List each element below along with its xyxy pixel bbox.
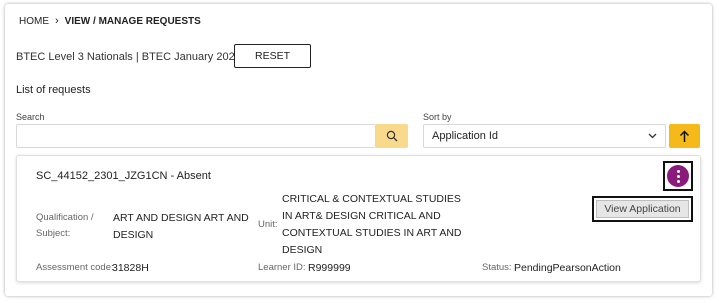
chevron-down-icon [648, 133, 657, 139]
qualification-value: ART AND DESIGN ART AND DESIGN [113, 212, 249, 241]
arrow-up-icon [679, 129, 690, 142]
qualification-line: BTEC Level 3 Nationals | BTEC January 20… [16, 51, 241, 63]
view-application-button[interactable]: View Application [596, 200, 689, 218]
request-card: SC_44152_2301_JZG1CN - Absent View Appli… [16, 155, 701, 282]
unit-value: CRITICAL & CONTEXTUAL STUDIES IN ART& DE… [282, 193, 462, 256]
search-icon [386, 130, 398, 142]
sort-label: Sort by [423, 112, 452, 122]
view-application-button-wrap[interactable]: View Application [592, 196, 693, 222]
breadcrumb-home-link[interactable]: HOME [19, 16, 49, 27]
learner-id-label: Learner ID: [258, 262, 306, 273]
chevron-right-icon: › [55, 15, 59, 27]
unit-label: Unit: [258, 219, 278, 230]
search-label: Search [16, 112, 45, 122]
learner-id-value: R999999 [308, 262, 351, 274]
status-label: Status: [482, 262, 512, 273]
request-title: SC_44152_2301_JZG1CN - Absent [36, 170, 211, 182]
more-options-button[interactable] [663, 161, 693, 191]
status-value: PendingPearsonAction [514, 262, 621, 274]
search-button[interactable] [376, 124, 408, 148]
breadcrumb: HOME › VIEW / MANAGE REQUESTS [19, 15, 201, 28]
sort-select[interactable]: Application Id [423, 124, 666, 148]
sort-selected-value: Application Id [432, 130, 499, 142]
qualification-label: Qualification / Subject: [36, 212, 94, 239]
search-input[interactable] [16, 124, 376, 148]
sort-direction-button[interactable] [669, 124, 700, 148]
list-title: List of requests [16, 84, 91, 96]
assessment-code-label: Assessment code: [36, 262, 114, 273]
kebab-menu-icon [667, 165, 689, 187]
reset-button[interactable]: RESET [234, 44, 311, 68]
assessment-code-value: 31828H [112, 262, 149, 274]
page-container: HOME › VIEW / MANAGE REQUESTS BTEC Level… [5, 4, 712, 296]
breadcrumb-current: VIEW / MANAGE REQUESTS [64, 16, 201, 27]
